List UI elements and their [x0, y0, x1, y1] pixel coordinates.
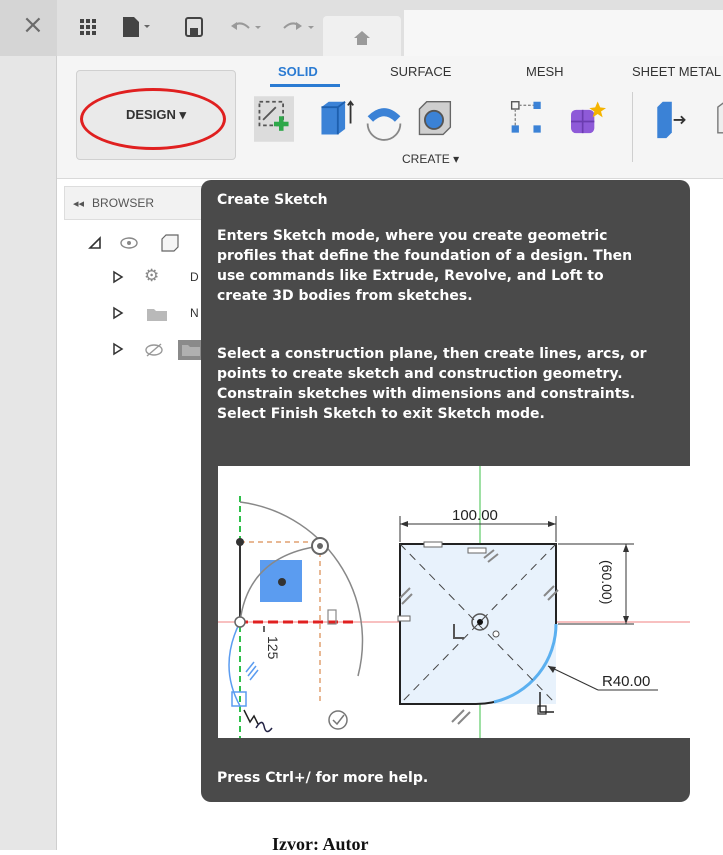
tooltip-paragraph-2: Select a construction plane, then create…	[217, 344, 687, 424]
press-pull-icon[interactable]	[650, 96, 690, 142]
tab-sheet-metal[interactable]: SHEET METAL	[632, 64, 721, 79]
toolbar-divider	[632, 92, 633, 162]
tree-item-named-views[interactable]: N	[112, 302, 212, 326]
hidden-eye-icon[interactable]	[144, 342, 164, 358]
redo-icon[interactable]	[282, 18, 316, 36]
tooltip-title: Create Sketch	[217, 192, 328, 208]
tree-item-label: N	[190, 306, 199, 320]
create-menu[interactable]: CREATE ▾	[402, 152, 459, 166]
collapse-icon[interactable]: ◂◂	[73, 197, 84, 210]
expand-arrow-icon[interactable]	[112, 306, 124, 320]
dim-top-label: 100.00	[452, 507, 498, 524]
app-grid-icon[interactable]	[79, 18, 97, 36]
active-tab-underline	[270, 84, 340, 87]
expand-arrow-icon[interactable]	[112, 342, 124, 356]
tooltip-line: Select a construction plane, then create…	[217, 346, 647, 362]
gear-icon: ⚙	[144, 266, 160, 285]
folder-icon	[147, 309, 167, 321]
dim-side-label: (60.00)	[599, 560, 615, 604]
undo-icon[interactable]	[229, 18, 263, 36]
component-icon	[161, 234, 179, 252]
extrude-icon[interactable]	[316, 96, 356, 142]
sketch-illustration-drawing: 125 100.00 (60.00) R40.00	[218, 466, 690, 738]
tab-solid[interactable]: SOLID	[278, 64, 318, 79]
visibility-eye-icon[interactable]	[120, 236, 138, 250]
home-icon	[354, 31, 370, 45]
pattern-icon[interactable]	[508, 96, 548, 142]
left-panel-strip	[0, 56, 57, 850]
browser-title: BROWSER	[92, 196, 155, 210]
file-menu-icon[interactable]	[122, 16, 152, 38]
tree-root-row[interactable]	[88, 232, 208, 256]
dim-radius-label: R40.00	[602, 673, 650, 690]
expand-arrow-icon[interactable]	[112, 270, 124, 284]
tooltip-line: profiles that define the foundation of a…	[217, 248, 633, 264]
create-sketch-icon[interactable]	[254, 96, 294, 142]
figure-caption: Izvor: Autor	[272, 834, 369, 854]
tooltip-paragraph-1: Enters Sketch mode, where you create geo…	[217, 226, 687, 306]
tree-item-origin[interactable]	[112, 338, 212, 362]
create-sketch-tooltip: Create Sketch Enters Sketch mode, where …	[201, 180, 690, 802]
document-tab[interactable]	[404, 10, 723, 56]
save-icon[interactable]	[185, 17, 203, 37]
modify-tool-icon[interactable]	[702, 96, 723, 142]
close-icon[interactable]: ×	[22, 10, 44, 40]
tooltip-line: Constrain sketches with dimensions and c…	[217, 386, 636, 402]
create-form-icon[interactable]	[566, 96, 606, 142]
tooltip-footer: Press Ctrl+/ for more help.	[217, 770, 429, 786]
tooltip-line: use commands like Extrude, Revolve, and …	[217, 268, 604, 284]
tooltip-line: create 3D bodies from sketches.	[217, 288, 473, 304]
revolve-icon[interactable]	[364, 96, 404, 142]
highlight-annotation	[80, 88, 226, 150]
tree-item-label: D	[190, 270, 199, 284]
dim-left-label: 125	[265, 636, 281, 660]
hole-icon[interactable]	[414, 96, 454, 142]
tab-mesh[interactable]: MESH	[526, 64, 564, 79]
tooltip-line: points to create sketch and construction…	[217, 366, 623, 382]
tab-surface[interactable]: SURFACE	[390, 64, 451, 79]
sketch-illustration: 125 100.00 (60.00) R40.00	[218, 466, 690, 738]
tooltip-line: Select Finish Sketch to exit Sketch mode…	[217, 406, 545, 422]
tooltip-line: Enters Sketch mode, where you create geo…	[217, 228, 608, 244]
home-tab[interactable]	[323, 16, 401, 56]
expand-arrow-icon[interactable]	[88, 236, 102, 250]
browser-panel-header[interactable]: ◂◂ BROWSER	[64, 186, 216, 220]
tree-item-doc-settings[interactable]: ⚙ D	[112, 266, 212, 290]
